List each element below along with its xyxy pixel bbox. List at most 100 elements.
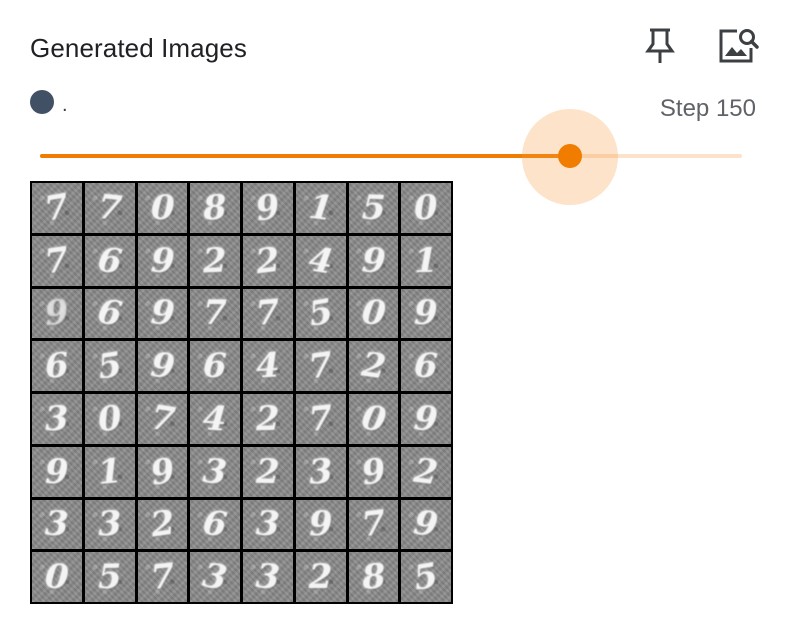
digit-glyph: 2 <box>358 344 388 388</box>
digit-tile: 3 <box>243 499 293 550</box>
digit-tile: 2 <box>243 394 293 444</box>
digit-tile: 3 <box>32 499 82 550</box>
digit-tile: 4 <box>243 341 293 391</box>
pin-icon <box>645 28 675 63</box>
digit-tile: 7 <box>84 183 135 233</box>
digit-tile: 9 <box>401 394 451 444</box>
digit-tile: 2 <box>295 552 346 602</box>
digit-glyph: 9 <box>253 186 283 230</box>
digit-glyph: 6 <box>202 345 228 387</box>
digit-glyph: 4 <box>201 398 229 440</box>
digit-tile: 7 <box>243 288 293 339</box>
digit-glyph: 0 <box>358 397 389 441</box>
digit-tile: 3 <box>84 499 135 550</box>
digit-tile: 5 <box>84 552 135 602</box>
digit-glyph: 3 <box>44 398 70 440</box>
digit-tile: 5 <box>348 183 399 233</box>
digit-tile: 0 <box>401 183 451 233</box>
digit-glyph: 2 <box>255 398 281 440</box>
digit-glyph: 5 <box>360 187 386 229</box>
digit-tile: 9 <box>137 446 188 497</box>
digit-glyph: 9 <box>43 292 71 335</box>
digit-tile: 7 <box>32 183 82 233</box>
digit-glyph: 9 <box>358 450 389 494</box>
digit-tile: 2 <box>243 235 293 286</box>
digit-glyph: 9 <box>149 240 176 282</box>
slider-thumb[interactable] <box>558 144 582 168</box>
digit-glyph: 9 <box>148 292 176 335</box>
digit-glyph: 3 <box>199 555 231 599</box>
digit-glyph: 7 <box>95 186 124 230</box>
digit-glyph: 2 <box>147 502 177 546</box>
digit-tile: 6 <box>32 341 82 391</box>
digit-tile: 7 <box>32 235 82 286</box>
digit-glyph: 7 <box>254 292 282 335</box>
digit-glyph: 6 <box>95 239 125 283</box>
digit-tile: 1 <box>295 183 346 233</box>
digit-tile: 9 <box>348 235 399 286</box>
digit-tile: 2 <box>243 446 293 497</box>
digit-tile: 0 <box>32 552 82 602</box>
digit-tile: 0 <box>348 288 399 339</box>
digit-glyph: 9 <box>45 451 69 492</box>
run-name: . <box>62 94 68 116</box>
digit-glyph: 3 <box>96 503 123 545</box>
step-label: Step 150 <box>659 95 756 122</box>
digit-glyph: 0 <box>43 556 71 598</box>
digit-tile: 9 <box>137 235 188 286</box>
digit-tile: 8 <box>348 552 399 602</box>
digit-tile: 3 <box>243 552 293 602</box>
digit-glyph: 0 <box>413 187 439 229</box>
digit-glyph: 9 <box>360 239 387 282</box>
digit-glyph: 3 <box>201 450 229 493</box>
digit-tile: 6 <box>84 235 135 286</box>
digit-glyph: 9 <box>413 293 439 334</box>
generated-image[interactable]: 7708915076922491969775096596472630742709… <box>30 181 453 604</box>
digit-tile: 9 <box>243 183 293 233</box>
digit-tile: 6 <box>84 288 135 339</box>
digit-tile: 7 <box>190 288 240 339</box>
digit-glyph: 2 <box>308 557 333 598</box>
digit-glyph: 7 <box>359 503 388 546</box>
digit-tile: 0 <box>137 183 188 233</box>
digit-glyph: 3 <box>307 450 334 493</box>
digit-tile: 4 <box>190 394 240 444</box>
digit-glyph: 1 <box>413 240 439 281</box>
digit-tile: 7 <box>137 394 188 444</box>
digit-glyph: 2 <box>253 239 283 282</box>
digit-glyph: 3 <box>255 503 281 545</box>
digit-glyph: 6 <box>413 345 439 387</box>
image-search-button[interactable] <box>714 22 762 70</box>
digit-tile: 9 <box>401 288 451 339</box>
digit-tile: 9 <box>32 446 82 497</box>
images-panel: Generated Images . Step 150 770891507692… <box>0 0 788 636</box>
digit-glyph: 0 <box>359 292 388 335</box>
digit-tile: 2 <box>401 446 451 497</box>
digit-tile: 7 <box>348 499 399 550</box>
digit-tile: 6 <box>190 499 240 550</box>
digit-glyph: 9 <box>308 503 334 545</box>
digit-glyph: 4 <box>255 345 281 387</box>
digit-tile: 1 <box>84 446 135 497</box>
digit-glyph: 3 <box>254 556 282 599</box>
digit-tile: 0 <box>348 394 399 444</box>
digit-tile: 5 <box>401 552 451 602</box>
digit-glyph: 9 <box>412 397 440 440</box>
digit-glyph: 9 <box>147 449 178 494</box>
pin-button[interactable] <box>636 22 684 70</box>
digit-glyph: 7 <box>203 293 227 334</box>
panel-title: Generated Images <box>30 33 247 63</box>
digit-tile: 9 <box>137 288 188 339</box>
digit-glyph: 7 <box>306 397 335 441</box>
digit-glyph: 6 <box>94 291 125 336</box>
digit-tile: 9 <box>137 341 188 391</box>
digit-tile: 1 <box>401 235 451 286</box>
digit-tile: 3 <box>190 446 240 497</box>
digit-glyph: 5 <box>305 291 336 336</box>
digit-tile: 2 <box>348 341 399 391</box>
digit-tile: 9 <box>32 288 82 339</box>
digit-glyph: 0 <box>95 397 124 441</box>
digit-glyph: 5 <box>97 556 122 598</box>
digit-glyph: 6 <box>200 502 230 546</box>
digit-glyph: 0 <box>150 187 175 229</box>
